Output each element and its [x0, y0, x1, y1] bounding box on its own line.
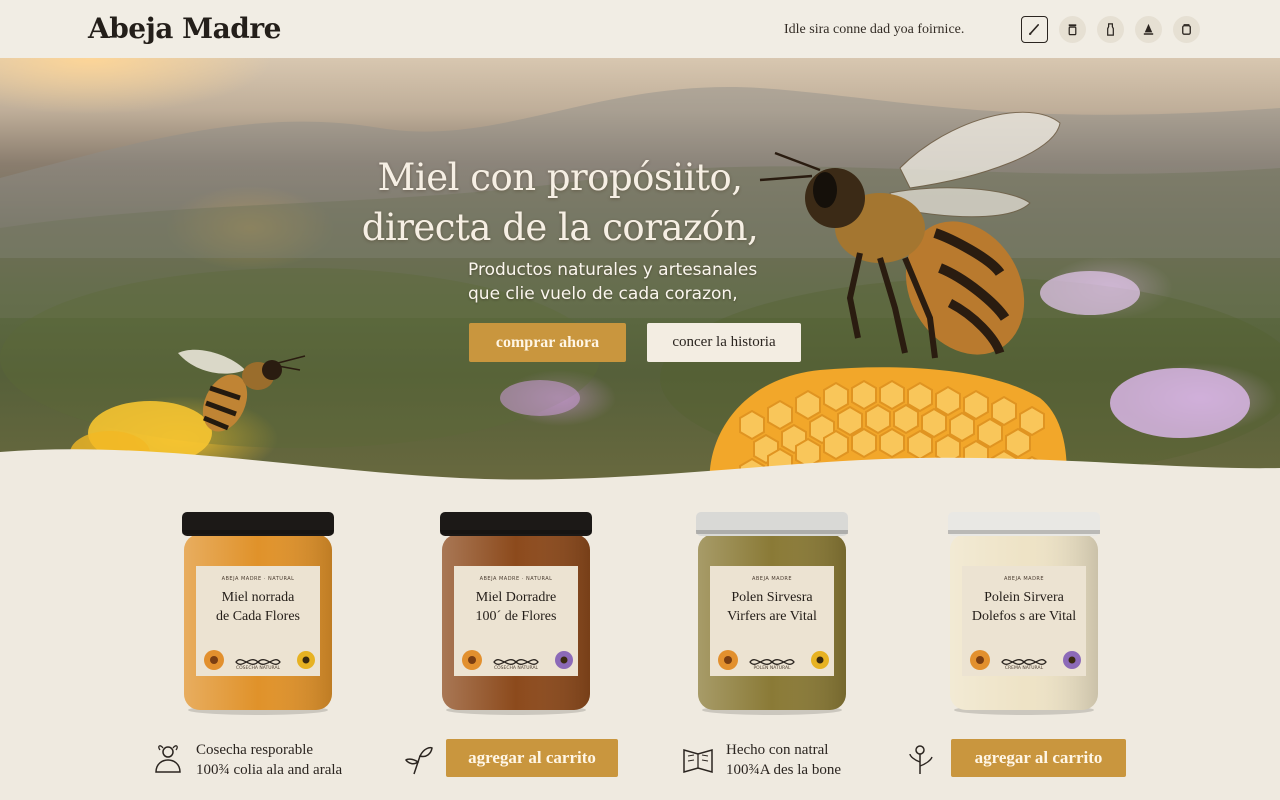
feature-natural: Hecho con natral 100¾A des la bone [682, 740, 841, 780]
bell-icon[interactable] [1135, 16, 1162, 43]
jar-label: ABEJA MADRE · NATURAL Miel norrada de Cada… [198, 568, 318, 676]
feature-harvest: Cosecha resporable 100¾ colia ala and ar… [152, 740, 342, 780]
jar-label: ABEJA MADRE Polen Sirvesra Virfers are Vit… [712, 568, 832, 676]
pen-icon[interactable] [1021, 16, 1048, 43]
bottle-icon[interactable] [1097, 16, 1124, 43]
product-jar-2[interactable]: ABEJA MADRE · NATURAL Miel Dorradre 100ˊ d… [436, 510, 596, 715]
lavender-flower-shape [1110, 368, 1250, 438]
jar-label: ABEJA MADRE · NATURAL Miel Dorradre 100ˊ d… [456, 568, 576, 676]
jar-brand-text: ABEJA MADRE [751, 576, 793, 582]
jar-foot-text: COSECHA NATURAL [235, 666, 281, 671]
cart-icon[interactable] [1173, 16, 1200, 43]
product-jar-3[interactable]: ABEJA MADRE Polen Sirvesra Virfers are Vit… [692, 510, 852, 715]
jar-brand-text: ABEJA MADRE · NATURAL [221, 576, 295, 582]
story-button[interactable]: concer la historia [647, 323, 801, 362]
jar-foot-text: COSECHA NATURAL [493, 666, 539, 671]
product-jar-4[interactable]: ABEJA MADRE Polein Sirvera Dolefos s are V… [944, 510, 1104, 715]
flower-sprig-icon [909, 745, 933, 774]
feature-natural-title: Hecho con natral [726, 742, 829, 758]
add-to-cart-button-1[interactable]: agregar al carrito [446, 739, 618, 777]
jar-label: ABEJA MADRE Polein Sirvera Dolefos s are V… [964, 568, 1084, 676]
large-bee-shape [759, 111, 1061, 359]
jar-product-name: Miel norrada de Cada Flores [216, 590, 300, 624]
site-logo[interactable]: Abeja Madre [88, 12, 281, 45]
book-icon [683, 749, 713, 773]
leaf-icon [405, 746, 433, 775]
jar-brand-text: ABEJA MADRE [1003, 576, 1045, 582]
jar-product-name: Polen Sirvesra Virfers are Vital [727, 590, 817, 624]
hero-subtitle: Productos naturales y artesanales que cl… [468, 260, 758, 304]
feature-harvest-desc: 100¾ colia ala and arala [196, 762, 343, 778]
feature-harvest-title: Cosecha resporable [196, 742, 314, 758]
jar-icon[interactable] [1059, 16, 1086, 43]
bee-hand-icon [155, 745, 181, 773]
jar-product-name: Polein Sirvera Dolefos s are Vital [971, 590, 1077, 624]
jar-foot-text: CREMA NATURAL [1004, 666, 1044, 671]
buy-now-button[interactable]: comprar ahora [469, 323, 626, 362]
header-tagline: Idle sira conne dad yoa foirnice. [784, 22, 965, 37]
jar-product-name: Miel Dorradre 100ˊ de Flores [475, 590, 557, 624]
add-to-cart-button-2[interactable]: agregar al carrito [951, 739, 1126, 777]
hero-banner: Miel con propósiito, directa de la coraz… [0, 58, 1280, 498]
wave-divider [0, 449, 1280, 500]
jar-foot-text: POLEN NATURAL [753, 666, 791, 671]
hero-title: Miel con propósiito, directa de la coraz… [361, 156, 759, 249]
top-bar: Abeja Madre Idle sira conne dad yoa foir… [0, 0, 1280, 58]
product-jar-1[interactable]: ABEJA MADRE · NATURAL Miel norrada de Cada… [178, 510, 338, 715]
feature-natural-desc: 100¾A des la bone [726, 762, 841, 778]
header-nav-icons [1021, 16, 1200, 43]
jar-brand-text: ABEJA MADRE · NATURAL [479, 576, 553, 582]
